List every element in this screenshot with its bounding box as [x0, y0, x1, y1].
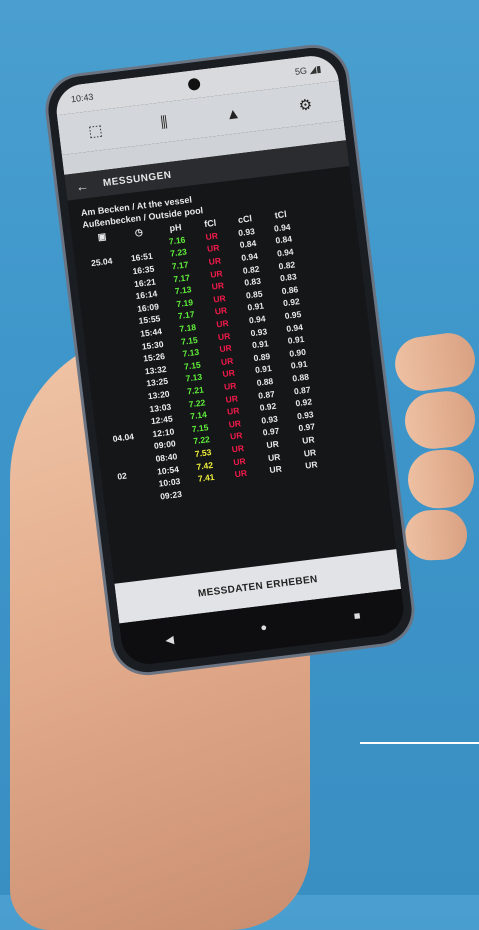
nav-back-icon[interactable]: ◀ — [165, 632, 175, 646]
measurements-table: ▣ ◷ pH fCl cCl tCl 7.16 UR 0.93 0.94 25.04 16… — [83, 207, 331, 508]
remote-icon[interactable]: ⬚ — [87, 121, 103, 141]
finger — [402, 388, 478, 452]
nav-home-icon[interactable]: ● — [260, 622, 268, 635]
front-camera — [187, 77, 201, 91]
nav-recent-icon[interactable]: ■ — [353, 610, 361, 623]
finger — [404, 508, 468, 562]
finger — [406, 447, 476, 511]
cell-fcl — [225, 478, 260, 495]
finger — [391, 329, 479, 395]
waveform-icon[interactable]: ⫼ — [160, 113, 169, 131]
phone-screen: 10:43 5G ◢▮ ⬚ ⫼ ▲ ⚙ ← MESSUNGEN Am Becke… — [53, 52, 407, 668]
decorative-line — [360, 742, 479, 744]
page-title: MESSUNGEN — [102, 169, 173, 189]
status-time: 10:43 — [70, 91, 95, 105]
network-indicator: 5G ◢▮ — [294, 63, 322, 77]
warning-icon[interactable]: ▲ — [225, 104, 242, 123]
settings-icon[interactable]: ⚙ — [298, 95, 313, 115]
back-arrow-icon[interactable]: ← — [75, 177, 90, 194]
